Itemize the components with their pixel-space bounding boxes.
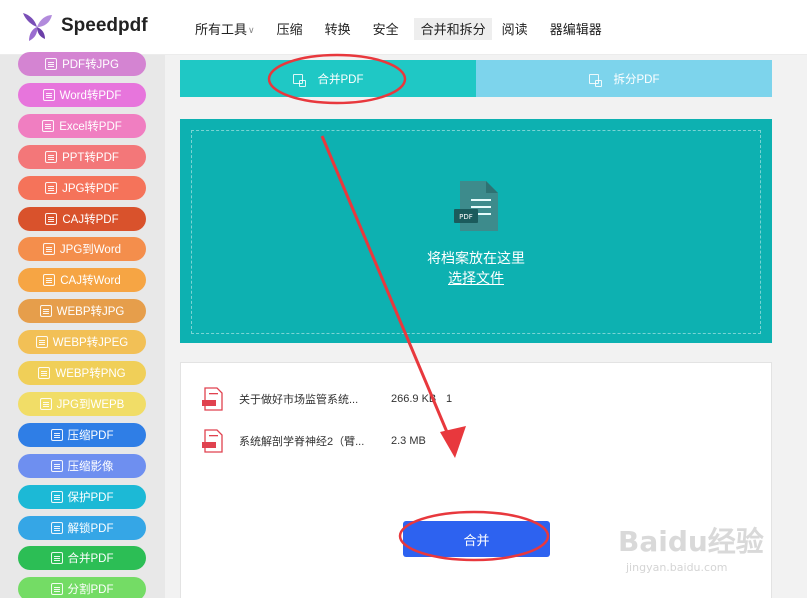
sidebar-tool-6[interactable]: JPG到Word	[18, 237, 146, 262]
image-icon	[39, 397, 52, 410]
sidebar-tool-9[interactable]: WEBP转JPEG	[18, 330, 146, 355]
sidebar-tool-14[interactable]: 保护PDF	[18, 484, 146, 509]
merge-button[interactable]: 合并	[403, 521, 550, 557]
sidebar-tool-label: Excel转PDF	[59, 120, 122, 133]
pdf-file-icon	[202, 429, 223, 453]
sidebar-tool-label: 压缩影像	[67, 460, 114, 473]
sidebar-tool-label: 压缩PDF	[67, 429, 114, 442]
nav-item-label: 阅读	[501, 22, 528, 37]
top-nav: 所有工具∨ 压缩 转换 安全 合并和拆分 阅读 器编辑器	[195, 18, 624, 40]
nav-item-label: 器编辑器	[549, 22, 602, 37]
sidebar-tool-label: CAJ转Word	[60, 275, 121, 288]
pdf-file-icon	[202, 387, 223, 411]
sidebar-tool-2[interactable]: Excel转PDF	[18, 113, 146, 138]
file-name: 关于做好市场监管系统...	[239, 394, 359, 406]
nav-item-5[interactable]: 阅读	[502, 18, 532, 40]
nav-item-2[interactable]: 转换	[325, 18, 355, 40]
caj-icon	[45, 212, 58, 225]
dropzone-text: 将档案放在这里	[427, 250, 525, 266]
sidebar-tool-label: JPG到WEPB	[56, 398, 125, 411]
lock-icon	[50, 490, 63, 503]
tab-merge-pdf[interactable]: 合并PDF	[180, 60, 476, 97]
nav-item-label: 安全	[372, 22, 399, 37]
file-row[interactable]: 关于做好市场监管系统... 266.9 KB 1	[202, 386, 452, 412]
sidebar-tool-0[interactable]: PDF转JPG	[18, 52, 146, 76]
sidebar-tool-label: WEBP转JPG	[56, 306, 125, 319]
sidebar-tool-label: 保护PDF	[67, 491, 114, 504]
select-file-link[interactable]: 选择文件	[448, 270, 504, 286]
sidebar-tool-7[interactable]: CAJ转Word	[18, 268, 146, 293]
nav-item-3[interactable]: 安全	[373, 18, 403, 40]
file-name: 系统解剖学脊神经2（臂...	[239, 436, 365, 448]
excel-icon	[42, 119, 55, 132]
image-icon	[42, 243, 55, 256]
image-icon	[38, 367, 51, 379]
tab-merge-label: 合并PDF	[317, 73, 364, 86]
word-icon	[42, 88, 55, 101]
compress-icon	[50, 428, 63, 441]
nav-item-6[interactable]: 器编辑器	[550, 18, 606, 40]
sidebar-tool-1[interactable]: Word转PDF	[18, 82, 146, 107]
baidu-watermark: Baidu经验	[618, 525, 764, 558]
sidebar-tool-15[interactable]: 解锁PDF	[18, 515, 146, 540]
select-file-link-wrap: 选择文件	[180, 268, 772, 288]
top-header: Speedpdf 所有工具∨ 压缩 转换 安全 合并和拆分 阅读 器编辑器	[0, 0, 807, 55]
image-icon	[45, 181, 58, 194]
sidebar-tool-label: Word转PDF	[59, 89, 122, 102]
sidebar-tool-label: 分割PDF	[67, 584, 114, 597]
sidebar-tool-label: JPG到Word	[59, 244, 122, 257]
split-icon	[588, 73, 602, 87]
nav-item-label: 合并和拆分	[420, 22, 486, 37]
sidebar-tool-5[interactable]: CAJ转PDF	[18, 206, 146, 231]
sidebar-tool-12[interactable]: 压缩PDF	[18, 422, 146, 447]
merge-icon	[292, 73, 306, 87]
caj-icon	[43, 274, 56, 287]
speedpdf-logo-icon[interactable]	[20, 11, 54, 43]
image-icon	[39, 305, 52, 318]
nav-item-4[interactable]: 合并和拆分	[413, 18, 492, 40]
compress-icon	[50, 459, 63, 472]
sidebar-tool-17[interactable]: 分割PDF	[18, 577, 146, 598]
nav-item-1[interactable]: 压缩	[277, 18, 307, 40]
ppt-icon	[45, 150, 58, 163]
nav-item-label: 压缩	[276, 22, 303, 37]
sidebar-tool-13[interactable]: 压缩影像	[18, 453, 146, 478]
sidebar-tool-4[interactable]: JPG转PDF	[18, 175, 146, 200]
sidebar-tool-8[interactable]: WEBP转JPG	[18, 299, 146, 324]
split-icon	[50, 583, 63, 596]
tab-split-pdf[interactable]: 拆分PDF	[476, 60, 772, 97]
tab-split-label: 拆分PDF	[613, 73, 660, 86]
image-icon	[45, 58, 58, 70]
file-pages: 1	[446, 393, 453, 405]
brand-name[interactable]: Speedpdf	[61, 15, 148, 37]
sidebar-tool-11[interactable]: JPG到WEPB	[18, 391, 146, 416]
tools-sidebar: PDF转JPG Word转PDF Excel转PDF PPT转PDF JPG转PDF CA…	[0, 52, 165, 598]
nav-item-label: 转换	[324, 22, 351, 37]
sidebar-tool-10[interactable]: WEBP转PNG	[18, 361, 146, 385]
sidebar-tool-16[interactable]: 合并PDF	[18, 546, 146, 571]
sidebar-tool-label: 解锁PDF	[67, 522, 114, 535]
sidebar-tool-label: 合并PDF	[67, 553, 114, 566]
merge-icon	[50, 552, 63, 565]
baidu-watermark-url: jingyan.baidu.com	[626, 561, 728, 574]
pdf-badge-text: PDF	[459, 213, 473, 221]
file-size: 2.3 MB	[391, 435, 426, 447]
app-window: Speedpdf 所有工具∨ 压缩 转换 安全 合并和拆分 阅读 器编辑器 PDF转JPG W…	[0, 0, 807, 598]
unlock-icon	[50, 521, 63, 534]
nav-item-0[interactable]: 所有工具∨	[195, 18, 259, 40]
sidebar-tool-label: JPG转PDF	[62, 182, 119, 195]
file-size: 266.9 KB	[391, 393, 437, 405]
sidebar-tool-label: WEBP转JPEG	[52, 337, 129, 350]
image-icon	[35, 336, 48, 349]
sidebar-tool-label: CAJ转PDF	[62, 213, 119, 226]
chevron-down-icon: ∨	[248, 25, 255, 35]
sidebar-tool-label: PDF转JPG	[62, 59, 119, 71]
file-row[interactable]: 系统解剖学脊神经2（臂... 2.3 MB	[202, 428, 446, 454]
pdf-document-icon: PDF	[454, 181, 498, 231]
merge-split-tabs: 合并PDF 拆分PDF	[180, 60, 772, 97]
nav-item-label: 所有工具	[195, 22, 248, 37]
sidebar-tool-3[interactable]: PPT转PDF	[18, 144, 146, 169]
sidebar-tool-label: PPT转PDF	[62, 151, 119, 164]
sidebar-tool-label: WEBP转PNG	[55, 368, 126, 380]
